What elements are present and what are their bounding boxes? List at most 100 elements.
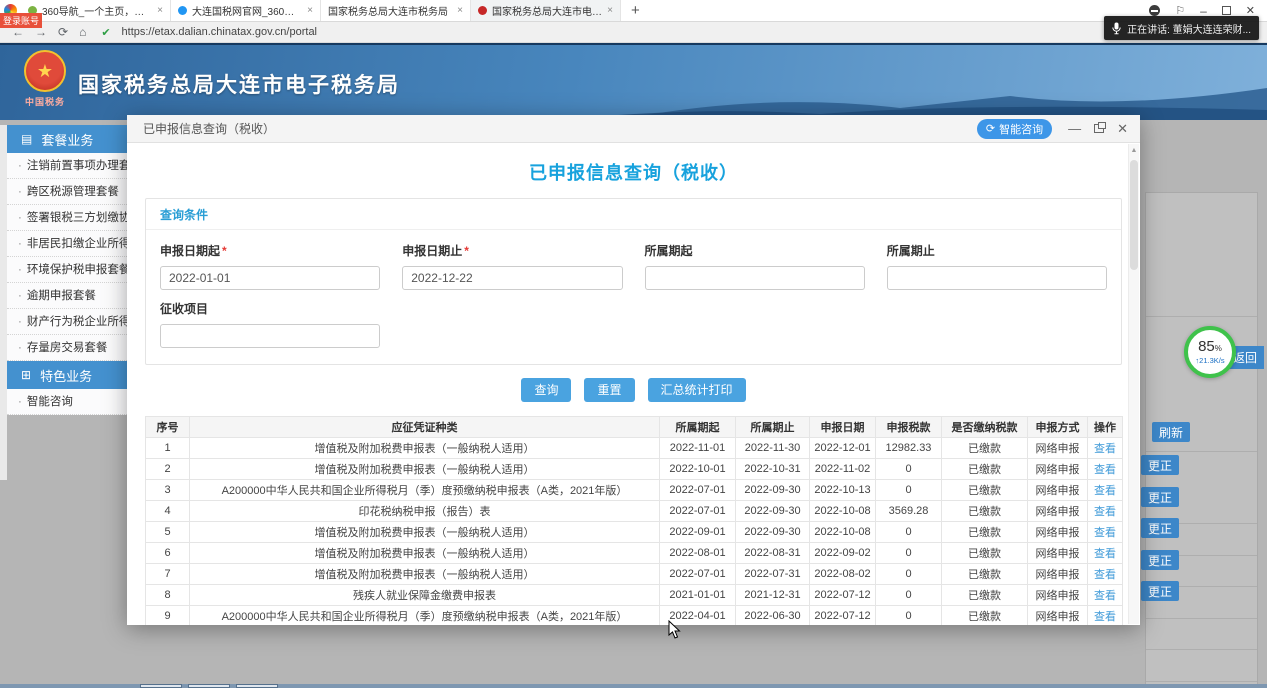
view-link[interactable]: 查看 <box>1094 548 1116 560</box>
reset-button[interactable]: 重置 <box>584 378 634 402</box>
table-cell: 查看 <box>1088 543 1123 564</box>
scrollbar-thumb[interactable] <box>1130 160 1138 270</box>
table-cell: 0 <box>876 543 942 564</box>
ssl-shield-icon[interactable]: ✔ <box>101 26 110 39</box>
sidebar-item[interactable]: ·环境保护税申报套餐 <box>7 257 127 283</box>
voice-tooltip: 正在讲话: 董娟大连连荣财... <box>1104 16 1259 40</box>
period-start-input[interactable] <box>645 266 865 290</box>
reload-icon[interactable]: ⟳ <box>58 26 68 38</box>
sidebar-item[interactable]: ·逾期申报套餐 <box>7 283 127 309</box>
query-field-declare-date-end: 申报日期止* <box>402 242 622 290</box>
bullet-icon: · <box>18 264 22 276</box>
correct-button[interactable]: 更正 <box>1141 581 1179 601</box>
new-tab-button[interactable]: + <box>631 3 640 18</box>
browser-tab[interactable]: 360导航_一个主页，整个世界× <box>21 0 171 21</box>
table-row: 3A200000中华人民共和国企业所得税月（季）度预缴纳税申报表（A类，2021… <box>146 480 1123 501</box>
progress-badge[interactable]: 85% ↑21.3K/s <box>1184 326 1236 378</box>
modal-maximize-icon[interactable] <box>1094 124 1104 133</box>
taskbar-item[interactable] <box>140 684 182 688</box>
correct-button[interactable]: 更正 <box>1141 550 1179 570</box>
declare-date-start-input[interactable] <box>160 266 380 290</box>
table-header-cell: 应征凭证种类 <box>190 417 660 438</box>
correct-button[interactable]: 更正 <box>1141 455 1179 475</box>
sidebar-item[interactable]: ·签署银税三方划缴协议 <box>7 205 127 231</box>
table-cell: 2022-10-31 <box>736 459 810 480</box>
bullet-icon: · <box>18 186 22 198</box>
levy-item-label: 征收项目 <box>160 300 380 317</box>
sidebar-section-icon: ▤ <box>21 132 32 146</box>
url-text[interactable]: https://etax.dalian.chinatax.gov.cn/port… <box>122 26 317 38</box>
levy-item-input[interactable] <box>160 324 380 348</box>
browser-tab[interactable]: 国家税务总局大连市电子税务局× <box>471 0 621 21</box>
declare-date-end-input[interactable] <box>402 266 622 290</box>
view-link[interactable]: 查看 <box>1094 611 1116 623</box>
table-cell: 2022-08-31 <box>736 543 810 564</box>
table-row: 2增值税及附加税费申报表（一般纳税人适用）2022-10-012022-10-3… <box>146 459 1123 480</box>
table-cell: 2 <box>146 459 190 480</box>
view-link[interactable]: 查看 <box>1094 527 1116 539</box>
sidebar-item[interactable]: ·跨区税源管理套餐 <box>7 179 127 205</box>
table-header-cell: 所属期止 <box>736 417 810 438</box>
period-end-input[interactable] <box>887 266 1107 290</box>
sidebar-item-label: 逾期申报套餐 <box>27 290 96 302</box>
table-header-cell: 序号 <box>146 417 190 438</box>
tab-close-icon[interactable]: × <box>457 5 463 16</box>
summary-print-button[interactable]: 汇总统计打印 <box>648 378 746 402</box>
view-link[interactable]: 查看 <box>1094 464 1116 476</box>
taskbar <box>0 684 1267 688</box>
browser-tab[interactable]: 国家税务总局大连市税务局× <box>321 0 471 21</box>
sidebar-item[interactable]: ·财产行为税企业所得税 <box>7 309 127 335</box>
view-link[interactable]: 查看 <box>1094 506 1116 518</box>
smart-consult-button[interactable]: ⟳ 智能咨询 <box>977 119 1052 139</box>
window-restore-button[interactable] <box>1222 6 1231 15</box>
table-cell: 网络申报 <box>1028 564 1088 585</box>
required-asterisk: * <box>464 244 469 258</box>
progress-speed: ↑21.3K/s <box>1195 356 1224 365</box>
sidebar-item[interactable]: ·存量房交易套餐 <box>7 335 127 361</box>
correct-button[interactable]: 更正 <box>1141 487 1179 507</box>
table-cell: 已缴款 <box>942 543 1028 564</box>
table-cell: 查看 <box>1088 585 1123 606</box>
tab-close-icon[interactable]: × <box>307 5 313 16</box>
refresh-button[interactable]: 刷新 <box>1152 422 1190 442</box>
view-link[interactable]: 查看 <box>1094 590 1116 602</box>
view-link[interactable]: 查看 <box>1094 443 1116 455</box>
table-cell: 网络申报 <box>1028 501 1088 522</box>
adblock-icon[interactable] <box>1149 5 1160 16</box>
table-header-cell: 所属期起 <box>660 417 736 438</box>
table-cell: 2021-01-01 <box>660 585 736 606</box>
bullet-icon: · <box>18 316 22 328</box>
correct-button[interactable]: 更正 <box>1141 518 1179 538</box>
table-cell: 8 <box>146 585 190 606</box>
modal-scrollbar[interactable]: ▲ <box>1128 144 1139 624</box>
sidebar-item[interactable]: ·注销前置事项办理套餐 <box>7 153 127 179</box>
sidebar-section-header[interactable]: ▤套餐业务 <box>7 125 127 153</box>
login-badge: 登录账号 <box>0 13 42 28</box>
view-link[interactable]: 查看 <box>1094 569 1116 581</box>
sidebar-item-label: 智能咨询 <box>27 396 73 408</box>
table-cell: 1 <box>146 438 190 459</box>
modal-minimize-icon[interactable]: — <box>1068 121 1081 136</box>
bullet-icon: · <box>18 212 22 224</box>
table-cell: 残疾人就业保障金缴费申报表 <box>190 585 660 606</box>
progress-percent: 85 <box>1198 338 1215 355</box>
browser-tab[interactable]: 大连国税网官网_360搜索× <box>171 0 321 21</box>
scrollbar-up-icon[interactable]: ▲ <box>1129 144 1139 154</box>
sidebar-section-header[interactable]: ⊞特色业务 <box>7 361 127 389</box>
view-link[interactable]: 查看 <box>1094 485 1116 497</box>
table-header-cell: 申报日期 <box>810 417 876 438</box>
taskbar-item[interactable] <box>236 684 278 688</box>
tab-close-icon[interactable]: × <box>607 5 613 16</box>
table-cell: 2022-07-01 <box>660 480 736 501</box>
bullet-icon: · <box>18 238 22 250</box>
table-cell: 增值税及附加税费申报表（一般纳税人适用） <box>190 438 660 459</box>
taskbar-item[interactable] <box>188 684 230 688</box>
sidebar-item[interactable]: ·非居民扣缴企业所得税 <box>7 231 127 257</box>
results-table: 序号应征凭证种类所属期起所属期止申报日期申报税款是否缴纳税款申报方式操作 1增值… <box>145 416 1123 625</box>
query-button[interactable]: 查询 <box>521 378 571 402</box>
period-end-label: 所属期止 <box>887 242 1107 259</box>
sidebar-item[interactable]: ·智能咨询 <box>7 389 127 415</box>
home-icon[interactable]: ⌂ <box>79 26 86 38</box>
modal-close-icon[interactable]: ✕ <box>1117 121 1128 137</box>
tab-close-icon[interactable]: × <box>157 5 163 16</box>
